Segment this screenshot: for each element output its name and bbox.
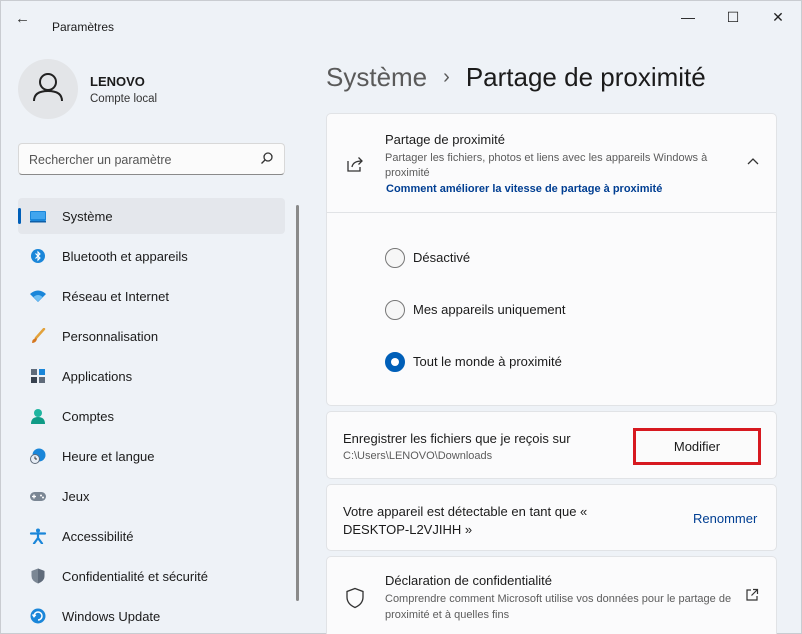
radio-label: Désactivé	[413, 250, 471, 265]
profile-name: LENOVO	[90, 74, 145, 89]
page-title: Partage de proximité	[465, 62, 706, 92]
radio-button[interactable]	[385, 248, 405, 268]
sidebar-item-label: Accessibilité	[62, 529, 134, 544]
person-icon	[31, 409, 45, 424]
shield-icon	[31, 568, 45, 584]
nearby-sharing-description: Partager les fichiers, photos et liens a…	[385, 152, 708, 179]
radio-label: Tout le monde à proximité	[413, 354, 562, 369]
share-icon	[347, 157, 363, 172]
device-name-card: Votre appareil est détectable en tant qu…	[326, 484, 777, 551]
sidebar-item-label: Bluetooth et appareils	[62, 249, 188, 264]
rename-link[interactable]: Renommer	[693, 511, 757, 526]
app-title: Paramètres	[52, 20, 115, 34]
search-placeholder: Rechercher un paramètre	[29, 153, 172, 167]
privacy-description: Comprendre comment Microsoft utilise vos…	[385, 593, 732, 621]
profile-account-type: Compte local	[90, 93, 158, 105]
breadcrumb-parent[interactable]: Système	[326, 62, 427, 92]
improve-speed-link[interactable]: Comment améliorer la vitesse de partage …	[386, 183, 662, 195]
radio-mes-appareils[interactable]: Mes appareils uniquement	[385, 299, 685, 321]
radio-label: Mes appareils uniquement	[413, 302, 566, 317]
radio-tout-le-monde[interactable]: Tout le monde à proximité	[385, 351, 685, 373]
sidebar-item-comptes[interactable]: Comptes	[18, 398, 285, 434]
sidebar-item-jeux[interactable]: Jeux	[18, 478, 285, 514]
radio-button[interactable]	[385, 300, 405, 320]
settings-window: ← Paramètres — ☐ ✕ LENOVO Compte local R…	[0, 0, 802, 634]
wifi-icon	[30, 290, 46, 302]
update-icon	[30, 608, 46, 624]
nearby-sharing-title: Partage de proximité	[385, 132, 505, 147]
sidebar-item-windows-update[interactable]: Windows Update	[18, 598, 285, 634]
chevron-up-icon[interactable]	[746, 155, 760, 167]
sidebar-item-applications[interactable]: Applications	[18, 358, 285, 394]
sidebar-item-reseau[interactable]: Réseau et Internet	[18, 278, 285, 314]
privacy-title: Déclaration de confidentialité	[385, 573, 552, 588]
close-button[interactable]: ✕	[763, 9, 793, 29]
sidebar-item-personnalisation[interactable]: Personnalisation	[18, 318, 285, 354]
breadcrumb-separator: ›	[443, 66, 450, 88]
save-location-card: Enregistrer les fichiers que je reçois s…	[326, 411, 777, 479]
bluetooth-icon	[31, 249, 45, 263]
title-bar: ← Paramètres — ☐ ✕	[1, 1, 801, 35]
monitor-icon	[30, 211, 46, 223]
sidebar-item-label: Personnalisation	[62, 329, 159, 344]
sidebar-item-accessibilite[interactable]: Accessibilité	[18, 518, 285, 554]
user-avatar-icon	[33, 73, 63, 102]
sidebar-item-label: Windows Update	[62, 609, 161, 624]
sidebar-item-label: Réseau et Internet	[62, 289, 169, 304]
device-discoverable-text: Votre appareil est détectable en tant qu…	[343, 504, 588, 537]
sidebar-item-confidentialite[interactable]: Confidentialité et sécurité	[18, 558, 285, 594]
sidebar-item-label: Confidentialité et sécurité	[62, 569, 208, 584]
sidebar-item-heure-langue[interactable]: Heure et langue	[18, 438, 285, 474]
privacy-statement-card[interactable]: Déclaration de confidentialité Comprendr…	[326, 556, 777, 634]
sidebar-item-label: Applications	[62, 369, 133, 384]
accessibility-icon	[29, 528, 47, 544]
search-input[interactable]: Rechercher un paramètre	[18, 143, 285, 175]
sidebar-scrollbar[interactable]	[296, 205, 299, 601]
search-icon[interactable]	[260, 151, 274, 165]
shield-icon	[346, 587, 364, 609]
sidebar-item-label: Heure et langue	[62, 449, 155, 464]
radio-button-selected[interactable]	[385, 352, 405, 372]
breadcrumb: Système › Partage de proximité	[326, 62, 706, 93]
brush-icon	[32, 328, 46, 343]
save-location-path: C:\Users\LENOVO\Downloads	[343, 450, 493, 462]
minimize-button[interactable]: —	[673, 9, 703, 29]
sidebar-item-bluetooth[interactable]: Bluetooth et appareils	[18, 238, 285, 274]
sidebar-item-label: Système	[62, 209, 113, 224]
active-indicator	[18, 208, 21, 224]
back-arrow-icon[interactable]: ←	[15, 11, 35, 27]
maximize-button[interactable]: ☐	[718, 9, 748, 29]
nearby-sharing-options: Désactivé Mes appareils uniquement Tout …	[326, 212, 777, 406]
save-location-title: Enregistrer les fichiers que je reçois s…	[343, 431, 571, 446]
modify-button[interactable]: Modifier	[633, 428, 761, 465]
external-link-icon[interactable]	[745, 588, 759, 602]
gamepad-icon	[30, 492, 46, 501]
sidebar-item-label: Jeux	[62, 489, 90, 504]
nearby-sharing-header[interactable]: Partage de proximité Partager les fichie…	[326, 113, 777, 213]
sidebar-item-label: Comptes	[62, 409, 115, 424]
sidebar-item-systeme[interactable]: Système	[18, 198, 285, 234]
apps-icon	[31, 369, 45, 383]
clock-globe-icon	[30, 448, 46, 464]
avatar[interactable]	[18, 59, 78, 119]
radio-desactive[interactable]: Désactivé	[385, 247, 685, 269]
